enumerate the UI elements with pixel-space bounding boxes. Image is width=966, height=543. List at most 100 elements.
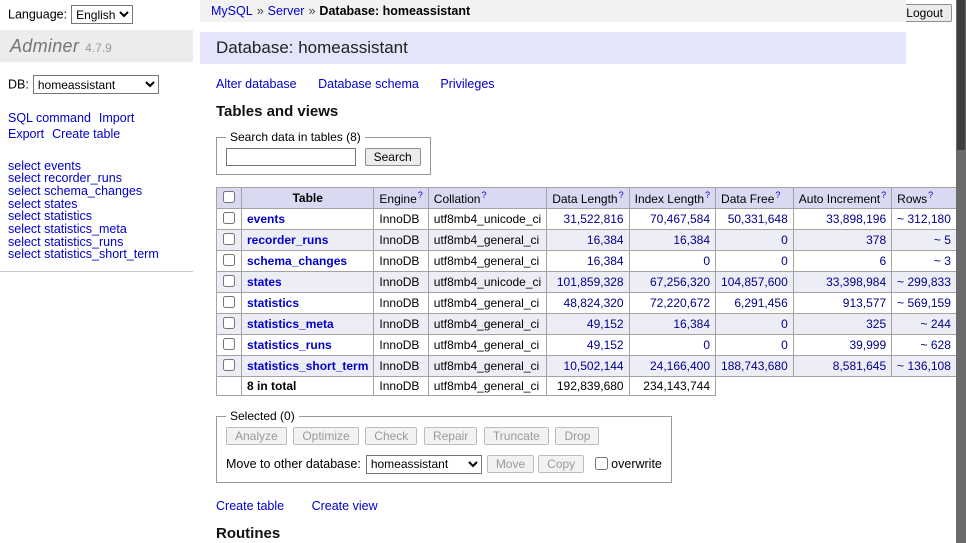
row-select-cell [217, 314, 242, 335]
data-free-cell: 104,857,600 [716, 272, 794, 293]
adminer-page: Language:English Logout MySQL»Server»Dat… [0, 0, 966, 543]
drop-button[interactable]: Drop [555, 427, 599, 445]
row-checkbox[interactable] [223, 275, 235, 287]
total-label: 8 in total [242, 377, 374, 396]
selected-buttons-row: Analyze Optimize Check Repair Truncate D… [226, 427, 662, 445]
search-input[interactable] [226, 148, 356, 166]
auto-increment-cell: 33,398,984 [793, 272, 891, 293]
sidebar-table-link[interactable]: select statistics_short_term [8, 248, 193, 261]
column-help-link[interactable]: ? [928, 190, 933, 200]
collation-cell: utf8mb4_general_ci [428, 335, 546, 356]
optimize-button[interactable]: Optimize [293, 427, 358, 445]
move-db-select[interactable]: homeassistant [366, 455, 482, 474]
database-schema-link[interactable]: Database schema [318, 77, 419, 91]
move-button[interactable]: Move [487, 455, 534, 473]
move-row: Move to other database:homeassistantMove… [226, 454, 662, 474]
auto-increment-cell: 325 [793, 314, 891, 335]
table-name-link[interactable]: statistics [247, 296, 299, 310]
create-table-link-sidebar[interactable]: Create table [52, 127, 120, 141]
table-name-link[interactable]: states [247, 275, 282, 289]
row-checkbox[interactable] [223, 254, 235, 266]
data-length-cell: 16,384 [547, 251, 629, 272]
column-help-link[interactable]: ? [775, 190, 780, 200]
column-header-table: Table [242, 188, 374, 209]
row-checkbox[interactable] [223, 317, 235, 329]
export-link[interactable]: Export [8, 127, 44, 141]
main-content: Database: homeassistant Alter database D… [200, 32, 906, 543]
table-name-link[interactable]: recorder_runs [247, 233, 328, 247]
table-name-cell: statistics_meta [242, 314, 374, 335]
page-title: Database: homeassistant [200, 32, 906, 64]
truncate-button[interactable]: Truncate [484, 427, 549, 445]
index-length-cell: 0 [629, 335, 715, 356]
table-name-link[interactable]: statistics_short_term [247, 359, 368, 373]
tables-tbody: eventsInnoDButf8mb4_unicode_ci31,522,816… [217, 209, 966, 377]
engine-cell: InnoDB [374, 251, 428, 272]
table-name-link[interactable]: statistics_runs [247, 338, 332, 352]
scrollbar-thumb[interactable] [957, 0, 965, 150]
row-select-cell [217, 209, 242, 230]
auto-increment-cell: 378 [793, 230, 891, 251]
table-name-link[interactable]: schema_changes [247, 254, 347, 268]
language-row: Language:English [8, 5, 133, 24]
rows-cell: ~ 136,108 [892, 356, 957, 377]
language-select[interactable]: English [71, 5, 133, 24]
table-row: eventsInnoDButf8mb4_unicode_ci31,522,816… [217, 209, 966, 230]
search-legend: Search data in tables (8) [226, 130, 365, 144]
search-button[interactable]: Search [365, 148, 421, 166]
data-length-cell: 48,824,320 [547, 293, 629, 314]
copy-button[interactable]: Copy [538, 455, 584, 473]
engine-cell: InnoDB [374, 356, 428, 377]
collation-cell: utf8mb4_general_ci [428, 251, 546, 272]
app-name[interactable]: Adminer [10, 36, 79, 56]
data-free-cell: 6,291,456 [716, 293, 794, 314]
tables-head-row: TableEngine?Collation?Data Length?Index … [217, 188, 966, 209]
row-checkbox[interactable] [223, 359, 235, 371]
overwrite-checkbox[interactable] [595, 457, 608, 470]
overwrite-label-wrap: overwrite [591, 457, 662, 471]
selected-fieldset: Selected (0) Analyze Optimize Check Repa… [216, 409, 672, 483]
row-checkbox[interactable] [223, 296, 235, 308]
create-table-link[interactable]: Create table [216, 499, 284, 513]
table-name-link[interactable]: events [247, 212, 285, 226]
collation-cell: utf8mb4_general_ci [428, 314, 546, 335]
create-view-link[interactable]: Create view [312, 499, 378, 513]
column-header-collation: Collation? [428, 188, 546, 209]
column-help-link[interactable]: ? [881, 190, 886, 200]
breadcrumb: MySQL»Server»Database: homeassistant [200, 0, 906, 22]
total-row: 8 in total InnoDB utf8mb4_general_ci 192… [217, 377, 966, 396]
sidebar-table-link[interactable]: select statistics_meta [8, 223, 193, 236]
analyze-button[interactable]: Analyze [226, 427, 287, 445]
db-select[interactable]: homeassistant [33, 75, 159, 94]
repair-button[interactable]: Repair [424, 427, 477, 445]
total-empty-cell [217, 377, 242, 396]
db-selector-row: DB:homeassistant [8, 75, 193, 94]
rows-cell: ~ 312,180 [892, 209, 957, 230]
rows-cell: ~ 3 [892, 251, 957, 272]
column-header-data-free: Data Free? [716, 188, 794, 209]
row-checkbox[interactable] [223, 212, 235, 224]
check-button[interactable]: Check [365, 427, 417, 445]
breadcrumb-mysql-link[interactable]: MySQL [211, 4, 253, 18]
row-checkbox[interactable] [223, 233, 235, 245]
import-link[interactable]: Import [99, 111, 134, 125]
table-name-cell: states [242, 272, 374, 293]
breadcrumb-server-link[interactable]: Server [268, 4, 305, 18]
column-help-link[interactable]: ? [418, 190, 423, 200]
breadcrumb-separator: » [257, 4, 264, 18]
rows-cell: ~ 628 [892, 335, 957, 356]
auto-increment-cell: 913,577 [793, 293, 891, 314]
sql-command-link[interactable]: SQL command [8, 111, 91, 125]
table-row: statistics_short_termInnoDButf8mb4_gener… [217, 356, 966, 377]
vertical-scrollbar[interactable] [956, 0, 966, 543]
column-help-link[interactable]: ? [705, 190, 710, 200]
column-help-link[interactable]: ? [481, 190, 486, 200]
privileges-link[interactable]: Privileges [440, 77, 494, 91]
sidebar-table-link[interactable]: select recorder_runs [8, 172, 193, 185]
table-name-link[interactable]: statistics_meta [247, 317, 334, 331]
column-help-link[interactable]: ? [619, 190, 624, 200]
alter-database-link[interactable]: Alter database [216, 77, 297, 91]
select-all-checkbox[interactable] [223, 191, 235, 203]
row-checkbox[interactable] [223, 338, 235, 350]
sidebar-table-link[interactable]: select schema_changes [8, 185, 193, 198]
